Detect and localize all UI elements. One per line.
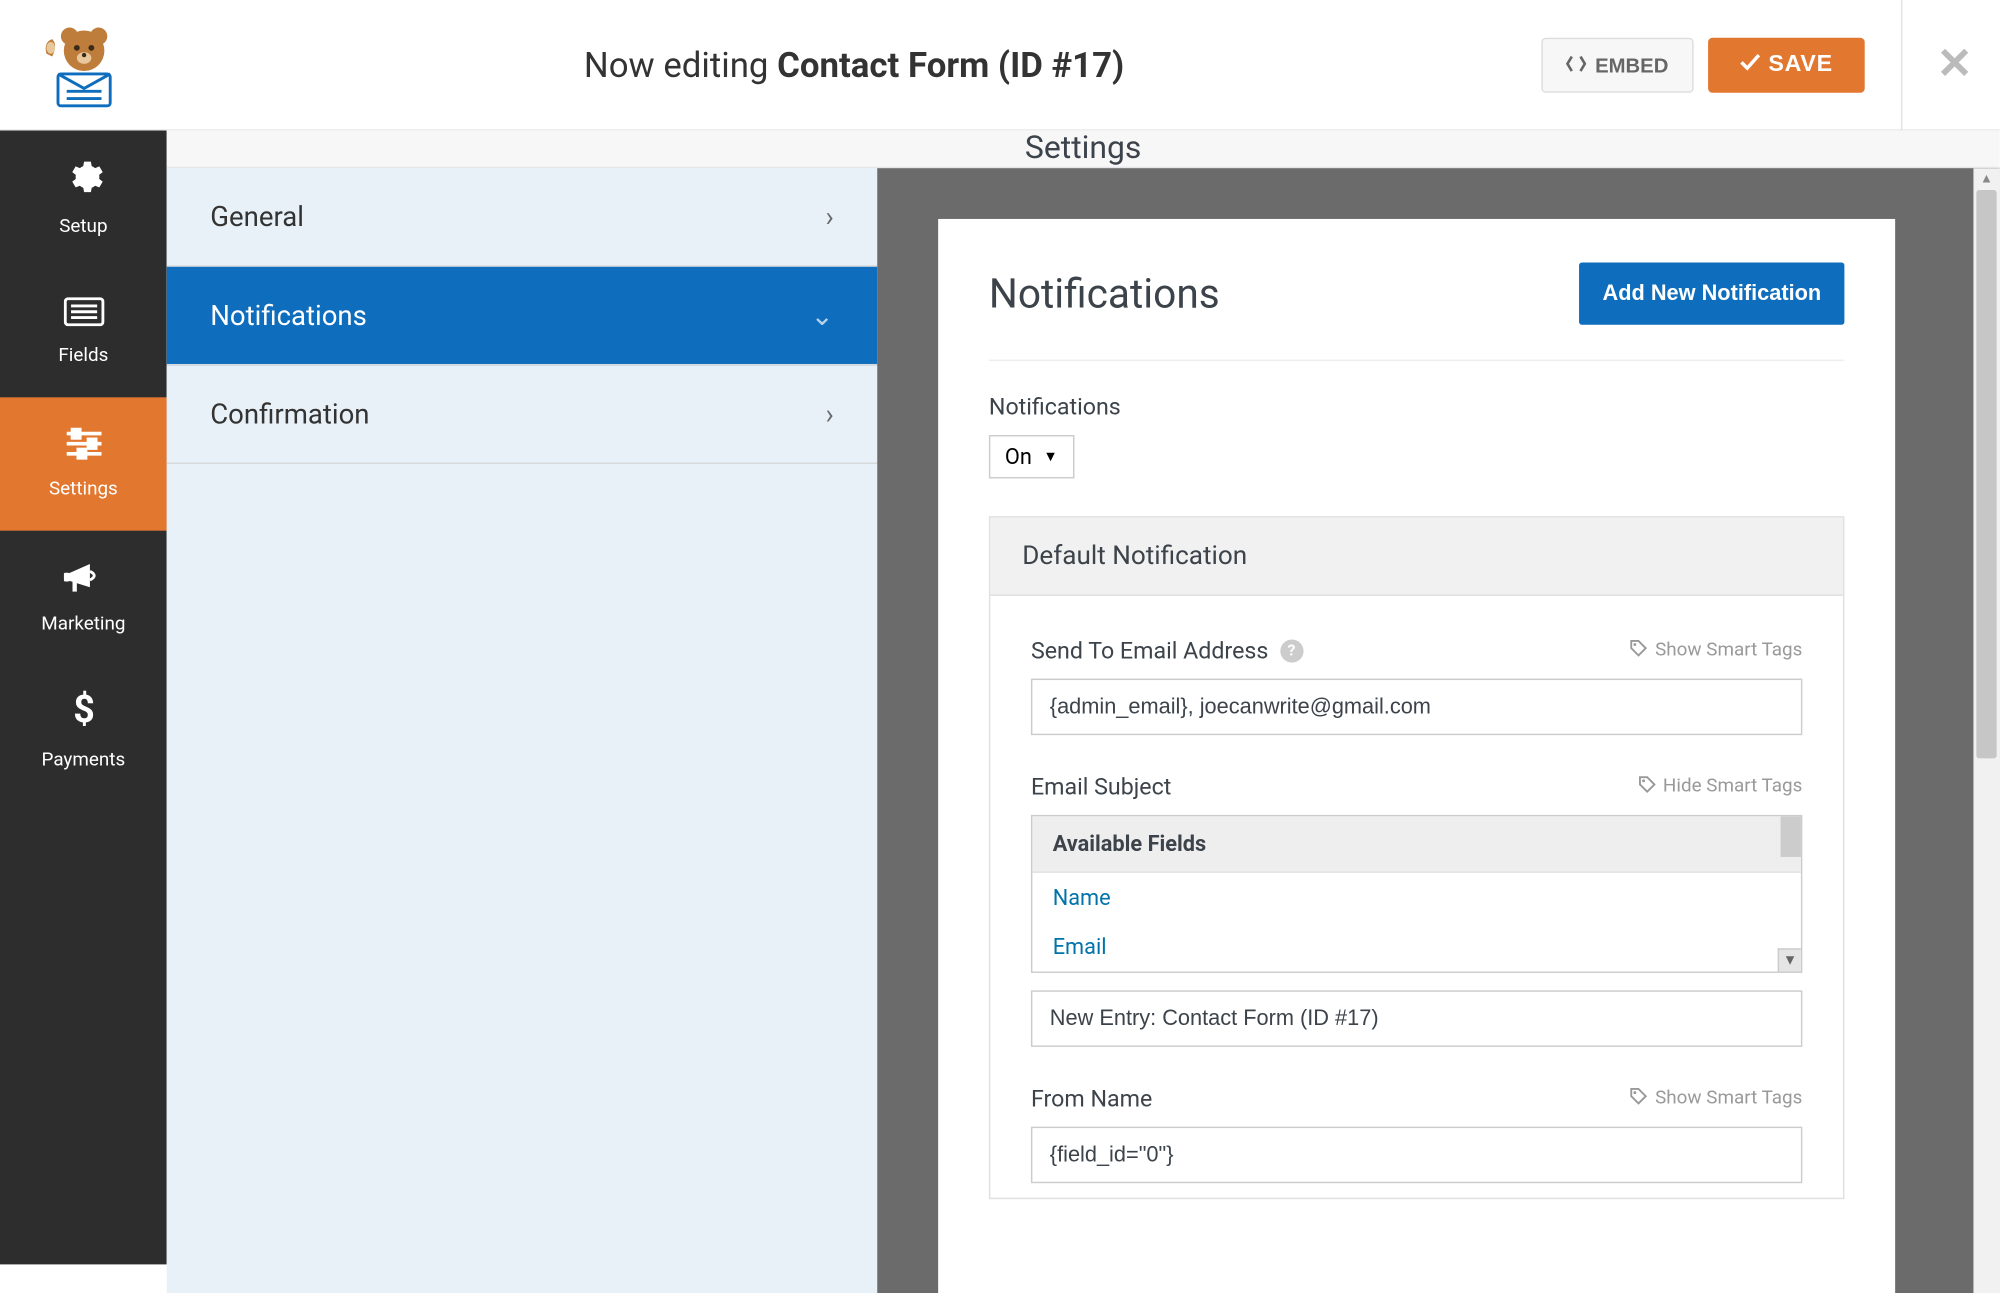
scroll-up-icon[interactable]: ▲ [1973, 168, 1999, 190]
available-fields-box: Available Fields Name Email ▼ [1031, 815, 1802, 973]
settings-submenu: General › Notifications ⌄ Confirmation › [167, 168, 878, 1293]
submenu-label: Confirmation [210, 397, 369, 430]
sidebar: Setup Fields Settings Marketing $ Paymen… [0, 131, 167, 1265]
gear-icon [63, 157, 104, 205]
notifications-panel: Notifications Add New Notification Notif… [938, 219, 1895, 1293]
logo[interactable] [0, 18, 167, 111]
tag-icon [1630, 639, 1647, 662]
tag-icon [1630, 1087, 1647, 1110]
chevron-right-icon: › [825, 397, 833, 430]
list-icon [63, 295, 104, 333]
available-fields-header: Available Fields [1032, 816, 1801, 873]
help-icon[interactable]: ? [1280, 639, 1303, 662]
close-icon[interactable] [1939, 41, 1971, 89]
sidebar-label: Setup [59, 216, 107, 238]
panel-scrollbar[interactable]: ▲ [1973, 168, 1999, 1293]
header-divider [1901, 0, 1902, 130]
default-notification-header: Default Notification [990, 518, 1843, 596]
dollar-icon: $ [70, 690, 96, 738]
scroll-down-icon[interactable]: ▼ [1778, 948, 1801, 971]
submenu-confirmation[interactable]: Confirmation › [167, 365, 878, 464]
save-button[interactable]: SAVE [1708, 37, 1865, 92]
save-label: SAVE [1768, 51, 1832, 77]
from-name-input[interactable] [1031, 1127, 1802, 1184]
sidebar-item-settings[interactable]: Settings [0, 397, 167, 530]
submenu-notifications[interactable]: Notifications ⌄ [167, 267, 878, 366]
sidebar-label: Payments [42, 750, 126, 772]
available-field-name[interactable]: Name [1032, 873, 1801, 922]
panel-title: Notifications [989, 270, 1220, 318]
embed-label: EMBED [1595, 53, 1668, 76]
caret-down-icon: ▼ [1043, 449, 1057, 465]
email-subject-input[interactable] [1031, 990, 1802, 1047]
send-to-label: Send To Email Address [1031, 637, 1268, 665]
available-field-email[interactable]: Email [1032, 922, 1801, 971]
toggle-value: On [1005, 444, 1032, 470]
megaphone-icon [63, 560, 104, 602]
sidebar-item-marketing[interactable]: Marketing [0, 531, 167, 664]
code-icon [1566, 53, 1586, 76]
from-name-label: From Name [1031, 1085, 1152, 1113]
chevron-right-icon: › [825, 200, 833, 233]
sidebar-label: Fields [58, 344, 108, 366]
sidebar-item-setup[interactable]: Setup [0, 131, 167, 264]
submenu-general[interactable]: General › [167, 168, 878, 267]
show-smart-tags-link-from[interactable]: Show Smart Tags [1630, 1087, 1802, 1110]
notifications-toggle-select[interactable]: On ▼ [989, 435, 1074, 479]
embed-button[interactable]: EMBED [1541, 37, 1693, 92]
sliders-icon [63, 428, 104, 467]
tag-icon [1638, 775, 1655, 798]
hide-smart-tags-link[interactable]: Hide Smart Tags [1638, 775, 1802, 798]
sidebar-label: Marketing [41, 613, 125, 635]
sidebar-item-payments[interactable]: $ Payments [0, 664, 167, 797]
scrollbar-thumb[interactable] [1781, 816, 1801, 857]
submenu-label: General [210, 200, 304, 233]
submenu-label: Notifications [210, 299, 367, 332]
notifications-toggle-label: Notifications [989, 393, 1845, 421]
svg-text:$: $ [73, 690, 95, 731]
show-smart-tags-link[interactable]: Show Smart Tags [1630, 639, 1802, 662]
check-icon [1739, 51, 1759, 77]
section-title: Settings [167, 131, 2000, 169]
email-subject-label: Email Subject [1031, 773, 1171, 801]
add-notification-button[interactable]: Add New Notification [1579, 262, 1844, 324]
editing-title: Now editing Contact Form (ID #17) [167, 44, 1542, 85]
sidebar-label: Settings [49, 479, 118, 501]
send-to-email-input[interactable] [1031, 679, 1802, 736]
sidebar-item-fields[interactable]: Fields [0, 264, 167, 397]
scrollbar-thumb[interactable] [1976, 190, 1996, 758]
chevron-down-icon: ⌄ [811, 299, 834, 332]
